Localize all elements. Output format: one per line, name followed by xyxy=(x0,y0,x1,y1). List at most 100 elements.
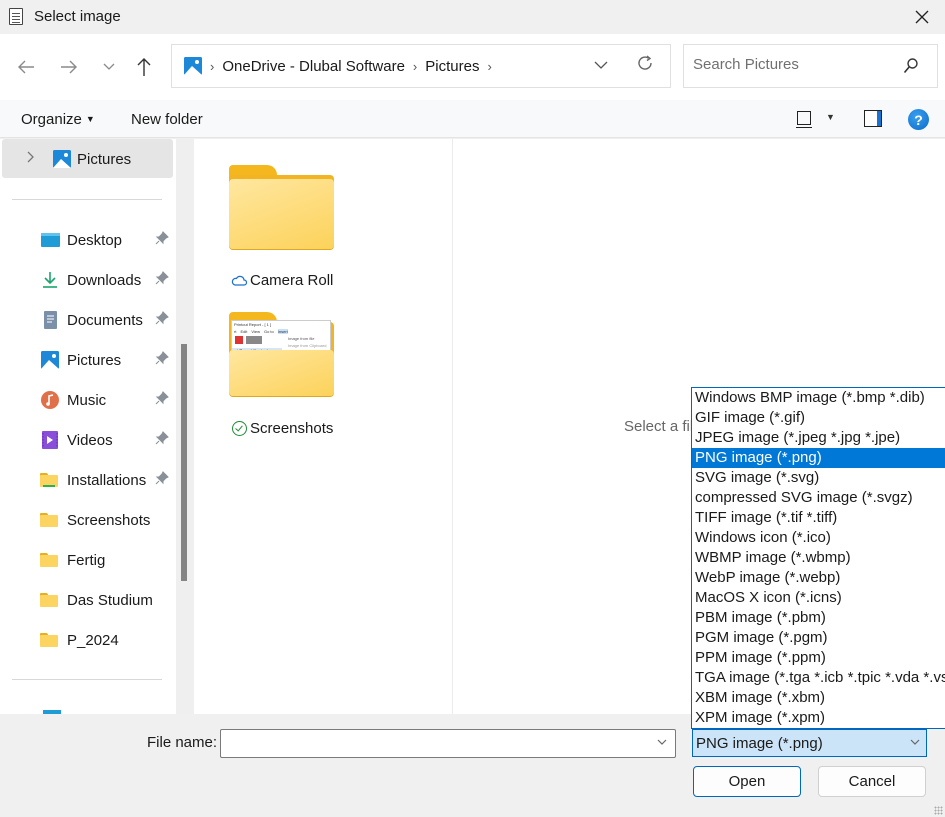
sidebar-item-label: P_2024 xyxy=(67,631,119,649)
arrow-right-icon xyxy=(61,60,77,74)
file-type-option[interactable]: Windows icon (*.ico) xyxy=(692,528,945,548)
up-button[interactable] xyxy=(131,54,157,80)
sidebar-item-videos[interactable]: Videos xyxy=(40,425,175,455)
pin-icon[interactable] xyxy=(155,311,169,325)
forward-button[interactable] xyxy=(56,54,82,80)
address-history-button[interactable] xyxy=(594,57,608,73)
sidebar-item-pictures-selected[interactable]: Pictures xyxy=(52,144,176,174)
close-button[interactable] xyxy=(909,4,935,30)
search-input[interactable] xyxy=(693,56,893,73)
sidebar-item-screenshots[interactable]: Screenshots xyxy=(40,505,175,535)
file-type-option[interactable]: PGM image (*.pgm) xyxy=(692,628,945,648)
file-type-select[interactable]: PNG image (*.png) xyxy=(692,729,927,757)
file-type-option[interactable]: Windows BMP image (*.bmp *.dib) xyxy=(692,388,945,408)
pin-icon[interactable] xyxy=(155,231,169,245)
download-icon xyxy=(43,272,57,288)
new-folder-button[interactable]: New folder xyxy=(131,111,203,128)
file-type-option-selected[interactable]: PNG image (*.png) xyxy=(692,448,945,468)
sidebar-item-label: Screenshots xyxy=(67,511,151,529)
file-type-option[interactable]: TGA image (*.tga *.icb *.tpic *.vda *.vs… xyxy=(692,668,945,688)
sidebar-scrollbar-thumb[interactable] xyxy=(181,344,187,581)
refresh-button[interactable] xyxy=(636,54,654,78)
folder-camera-roll-label[interactable]: Camera Roll xyxy=(231,272,333,289)
breadcrumb-pictures[interactable]: Pictures xyxy=(425,58,479,75)
folder-icon xyxy=(40,551,60,569)
navigation-bar: › OneDrive - Dlubal Software › Pictures … xyxy=(0,34,945,100)
synced-check-icon xyxy=(232,421,247,436)
preview-pane-toggle-icon[interactable] xyxy=(864,110,882,127)
file-type-option[interactable]: PBM image (*.pbm) xyxy=(692,608,945,628)
sidebar-item-label: Downloads xyxy=(67,271,142,289)
pin-icon[interactable] xyxy=(155,471,169,485)
caret-down-icon: ▼ xyxy=(85,114,95,124)
file-type-option[interactable]: TIFF image (*.tif *.tiff) xyxy=(692,508,945,528)
folder-screenshots[interactable]: Printout Report - [ 1 ] rt Edit View Go … xyxy=(229,312,334,396)
file-type-option[interactable]: SVG image (*.svg) xyxy=(692,468,945,488)
file-type-dropdown-list[interactable]: Windows BMP image (*.bmp *.dib) GIF imag… xyxy=(691,387,945,729)
sidebar-item-label: Installations xyxy=(67,471,147,489)
pin-icon[interactable] xyxy=(155,391,169,405)
sidebar-item-music[interactable]: Music xyxy=(40,385,175,415)
open-button[interactable]: Open xyxy=(693,766,801,797)
folder-icon xyxy=(40,511,60,529)
organize-label: Organize xyxy=(21,111,82,128)
breadcrumb-onedrive[interactable]: OneDrive - Dlubal Software xyxy=(222,58,405,75)
close-icon xyxy=(915,10,929,24)
back-button[interactable] xyxy=(13,54,39,80)
pin-icon[interactable] xyxy=(155,431,169,445)
pictures-icon xyxy=(41,351,59,369)
document-icon xyxy=(9,8,23,25)
pin-icon[interactable] xyxy=(155,271,169,285)
file-type-option[interactable]: XBM image (*.xbm) xyxy=(692,688,945,708)
file-name-combobox[interactable] xyxy=(220,729,676,758)
preview-pane-divider[interactable] xyxy=(452,139,453,714)
chevron-down-icon[interactable] xyxy=(657,735,667,749)
view-options-caret-icon[interactable]: ▼ xyxy=(826,112,835,122)
sidebar-item-desktop[interactable]: Desktop xyxy=(40,225,175,255)
sidebar-item-label: Das Studium xyxy=(67,591,153,609)
folder-camera-roll[interactable] xyxy=(229,165,334,249)
breadcrumb-separator[interactable]: › xyxy=(413,59,417,74)
search-box[interactable] xyxy=(683,44,938,88)
file-type-option[interactable]: MacOS X icon (*.icns) xyxy=(692,588,945,608)
organize-button[interactable]: Organize ▼ xyxy=(21,111,95,128)
sidebar-item-p-2024[interactable]: P_2024 xyxy=(40,625,175,655)
sidebar-item-das-studium[interactable]: Das Studium xyxy=(40,585,175,615)
file-type-option[interactable]: XPM image (*.xpm) xyxy=(692,708,945,728)
folder-icon xyxy=(40,471,60,489)
file-name-input[interactable] xyxy=(225,735,645,752)
sidebar-item-label: Fertig xyxy=(67,551,106,569)
sidebar-item-downloads[interactable]: Downloads xyxy=(40,265,175,295)
chevron-down-icon xyxy=(103,63,115,70)
address-bar[interactable]: › OneDrive - Dlubal Software › Pictures … xyxy=(171,44,671,88)
file-type-option[interactable]: WebP image (*.webp) xyxy=(692,568,945,588)
sidebar-item-documents[interactable]: Documents xyxy=(40,305,175,335)
folder-icon xyxy=(229,350,334,396)
sidebar-item-label: Pictures xyxy=(67,351,122,369)
sidebar-item-pictures[interactable]: Pictures xyxy=(40,345,175,375)
sidebar-item-fertig[interactable]: Fertig xyxy=(40,545,175,575)
folder-screenshots-label[interactable]: Screenshots xyxy=(232,420,333,437)
file-type-option[interactable]: WBMP image (*.wbmp) xyxy=(692,548,945,568)
file-type-option[interactable]: compressed SVG image (*.svgz) xyxy=(692,488,945,508)
file-type-option[interactable]: JPEG image (*.jpeg *.jpg *.jpe) xyxy=(692,428,945,448)
sidebar-item-label: Videos xyxy=(67,431,113,449)
folder-icon xyxy=(40,591,60,609)
pictures-icon xyxy=(184,57,202,75)
refresh-icon xyxy=(638,55,652,70)
file-type-option[interactable]: PPM image (*.ppm) xyxy=(692,648,945,668)
recent-locations-button[interactable] xyxy=(96,54,122,80)
expand-chevron-icon[interactable] xyxy=(27,151,35,166)
file-name-label: File name: xyxy=(147,734,218,751)
sidebar-item-label: Pictures xyxy=(77,150,132,168)
file-type-option[interactable]: GIF image (*.gif) xyxy=(692,408,945,428)
pin-icon[interactable] xyxy=(155,351,169,365)
sidebar-item-installations[interactable]: Installations xyxy=(40,465,175,495)
resize-grip-icon[interactable] xyxy=(934,806,943,815)
breadcrumb-separator[interactable]: › xyxy=(487,59,491,74)
help-icon[interactable]: ? xyxy=(908,109,929,130)
navigation-pane: Pictures Desktop Downloads Documents Pic… xyxy=(0,139,176,714)
cancel-button[interactable]: Cancel xyxy=(818,766,926,797)
change-view-button[interactable] xyxy=(796,111,812,128)
folder-icon xyxy=(229,179,334,249)
